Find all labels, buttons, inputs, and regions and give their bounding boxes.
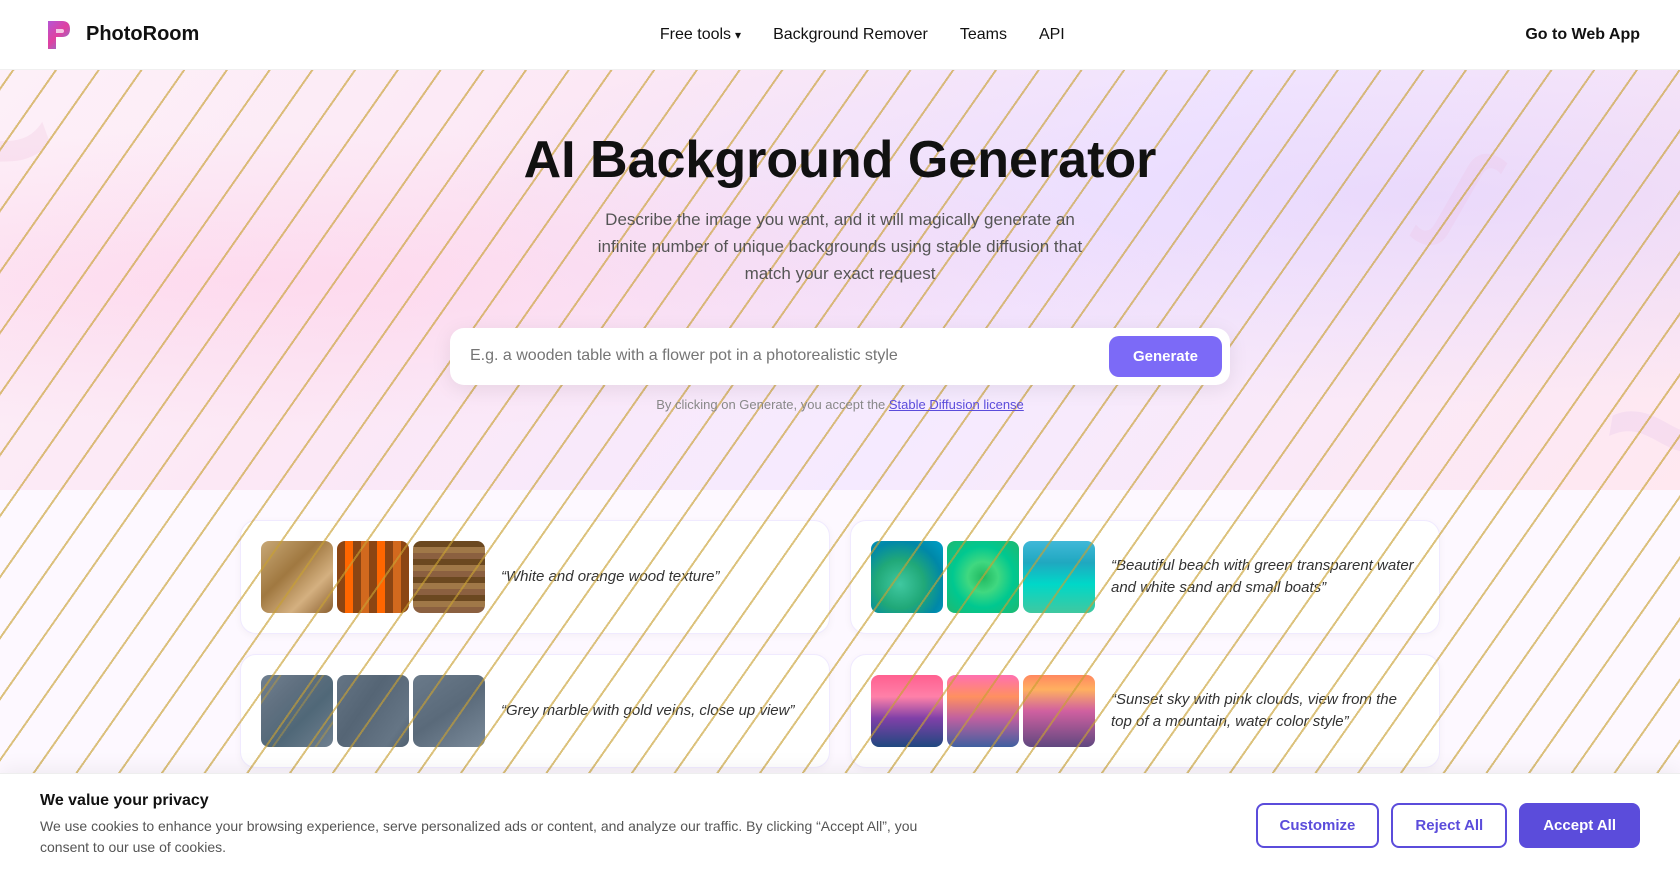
- nav-teams[interactable]: Teams: [960, 26, 1007, 44]
- chevron-down-icon: ▾: [735, 28, 741, 42]
- cookie-banner: We value your privacy We use cookies to …: [0, 773, 1680, 876]
- cookie-actions: Customize Reject All Accept All: [1256, 803, 1640, 848]
- nav-api[interactable]: API: [1039, 26, 1065, 44]
- go-to-web-app-link[interactable]: Go to Web App: [1525, 26, 1640, 44]
- examples-section: “White and orange wood texture”“Beautifu…: [0, 490, 1680, 798]
- generate-button[interactable]: Generate: [1109, 336, 1222, 377]
- license-notice: By clicking on Generate, you accept the …: [40, 397, 1640, 412]
- nav-free-tools[interactable]: Free tools ▾: [660, 26, 741, 44]
- header: PhotoRoom Free tools ▾ Background Remove…: [0, 0, 1680, 70]
- search-input[interactable]: [470, 339, 1109, 373]
- accept-all-button[interactable]: Accept All: [1519, 803, 1640, 848]
- search-area: Generate: [450, 328, 1230, 385]
- search-box: Generate: [450, 328, 1230, 385]
- hero-subtitle: Describe the image you want, and it will…: [580, 206, 1100, 288]
- example-image-marble-2: [413, 675, 485, 747]
- logo-text: PhotoRoom: [86, 23, 199, 46]
- reject-all-button[interactable]: Reject All: [1391, 803, 1507, 848]
- hero-title: AI Background Generator: [40, 130, 1640, 190]
- cookie-description: We use cookies to enhance your browsing …: [40, 816, 940, 858]
- main-nav: Free tools ▾ Background Remover Teams AP…: [660, 26, 1065, 44]
- photoroom-logo-icon: [40, 17, 76, 53]
- example-images-marble: [261, 675, 485, 747]
- examples-grid: “White and orange wood texture”“Beautifu…: [240, 520, 1440, 768]
- customize-button[interactable]: Customize: [1256, 803, 1380, 848]
- logo-area[interactable]: PhotoRoom: [40, 17, 199, 53]
- stable-diffusion-license-link[interactable]: Stable Diffusion license: [889, 397, 1024, 412]
- cookie-content: We value your privacy We use cookies to …: [40, 792, 940, 858]
- cookie-title: We value your privacy: [40, 792, 940, 810]
- nav-background-remover[interactable]: Background Remover: [773, 26, 928, 44]
- example-card-marble[interactable]: “Grey marble with gold veins, close up v…: [240, 654, 830, 768]
